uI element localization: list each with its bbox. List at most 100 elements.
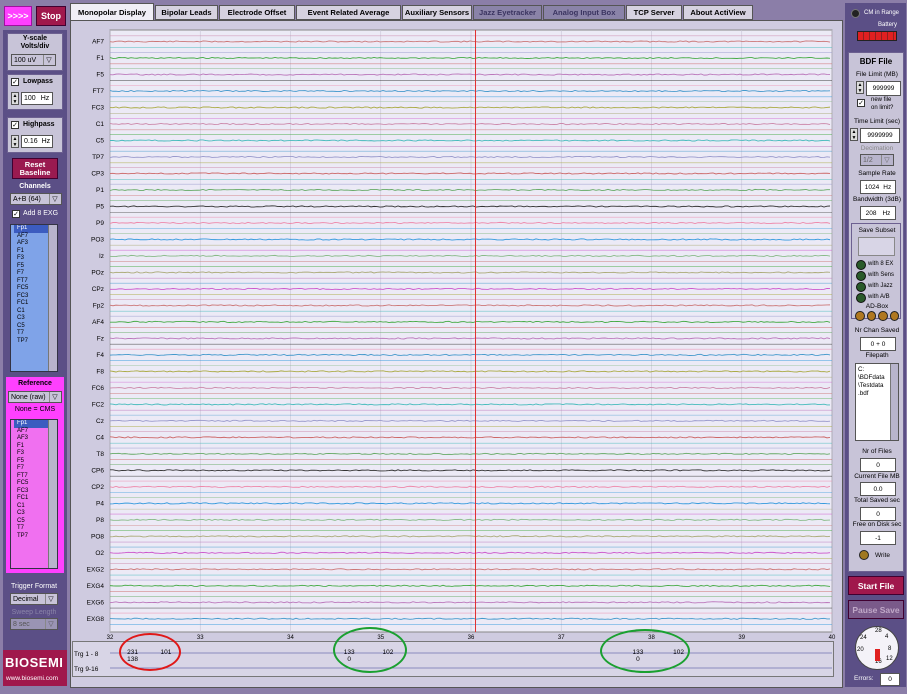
trigger-format-dropdown[interactable]: Decimal ▽ — [10, 593, 58, 605]
bandwidth-unit: Hz — [882, 209, 891, 217]
tab-analog-input-box[interactable]: Analog Input Box — [543, 5, 625, 20]
chevron-down-icon: ▽ — [881, 155, 892, 165]
file-limit-field[interactable]: 999999 — [866, 81, 901, 96]
eeg-trace-plot: 32 33 34 35 36 37 38 39 40AF7F1F5FT7FC3C1C5TP7CP… — [87, 29, 836, 640]
yscale-dropdown[interactable]: 100 uV ▽ — [11, 54, 56, 66]
adbox-leds[interactable] — [855, 311, 899, 321]
battery-indicator — [857, 31, 897, 41]
file-limit-stepper[interactable]: ▲ ▼ — [856, 81, 864, 94]
adbox-led-4[interactable] — [889, 311, 899, 321]
tab-electrode-offset[interactable]: Electrode Offset — [219, 5, 295, 20]
reference-dropdown[interactable]: None (raw) ▽ — [8, 391, 62, 403]
channel-label: P9 — [96, 220, 104, 227]
lowpass-checkbox[interactable]: ✓ — [11, 78, 19, 86]
add-exg-checkbox[interactable]: ✓ — [12, 210, 20, 218]
nr-chan-saved-label: Nr Chan Saved — [854, 327, 900, 334]
new-file-label-1: new file — [871, 97, 892, 103]
channel-label: F8 — [96, 368, 104, 375]
highpass-stepper[interactable]: ▲ ▼ — [11, 135, 19, 148]
sweep-length-dropdown[interactable]: 8 sec ▽ — [10, 618, 58, 630]
lowpass-value: 100 — [24, 95, 36, 102]
save-subset-box[interactable] — [858, 237, 895, 256]
tab-about-actiview[interactable]: About ActiView — [683, 5, 753, 20]
start-file-button[interactable]: Start File — [848, 576, 904, 595]
time-tick-label: 37 — [558, 635, 565, 640]
channel-label: C5 — [96, 138, 105, 145]
nr-chan-saved-field: 0 + 0 — [860, 337, 896, 351]
tab-tcp-server[interactable]: TCP Server — [626, 5, 682, 20]
with-8ex-label: with 8 EX — [868, 261, 894, 267]
reference-label: Reference — [18, 380, 52, 387]
channel-label: P8 — [96, 517, 104, 524]
dial-needle — [875, 649, 880, 661]
sample-rate-unit: Hz — [883, 183, 892, 191]
channel-list-scrollbar[interactable] — [48, 225, 57, 371]
highpass-value: 0.16 — [24, 138, 38, 145]
dial-tick-label: 4 — [885, 634, 889, 640]
filepath-label: Filepath — [865, 352, 889, 359]
logo-url: www.biosemi.com — [6, 675, 59, 682]
sweep-length-label: Sweep Length — [11, 609, 57, 616]
channel-label: F4 — [96, 352, 104, 359]
dial-tick-label: 24 — [860, 635, 867, 641]
file-limit-label: File Limit (MB) — [856, 71, 898, 78]
channel-label: FT7 — [92, 88, 104, 95]
with-sens-led[interactable] — [856, 271, 866, 281]
chevron-down-icon: ▽ — [49, 392, 60, 402]
sample-rate-value: 1024 — [864, 183, 880, 191]
reference-note: None = CMS — [14, 406, 56, 413]
time-tick-label: 33 — [197, 635, 204, 640]
reference-list-scrollbar[interactable] — [48, 420, 57, 568]
adbox-led-1[interactable] — [855, 311, 865, 321]
channel-label: O2 — [95, 550, 104, 557]
channel-label: F5 — [96, 72, 104, 79]
reference-value: None (raw) — [11, 393, 46, 401]
tab-event-related-average[interactable]: Event Related Average — [296, 5, 401, 20]
lowpass-unit: Hz — [40, 95, 50, 102]
channel-label: FC6 — [92, 385, 105, 392]
highpass-checkbox[interactable]: ✓ — [11, 121, 19, 129]
write-label: Write — [875, 552, 891, 559]
lowpass-field[interactable]: 100 Hz — [21, 92, 53, 105]
time-limit-label: Time Limit (sec) — [854, 118, 900, 125]
bandwidth-field: 208 Hz — [860, 206, 896, 220]
lowpass-stepper[interactable]: ▲ ▼ — [11, 92, 19, 105]
channel-label: PO8 — [91, 533, 104, 540]
channels-label: Channels — [19, 183, 51, 190]
channel-label: EXG8 — [87, 616, 105, 623]
highpass-field[interactable]: 0.16 Hz — [21, 135, 53, 148]
logo-text: BIOSEMI — [5, 655, 64, 670]
adbox-led-3[interactable] — [878, 311, 888, 321]
reset-baseline-button[interactable]: Reset Baseline — [12, 158, 58, 179]
tab-bipolar-leads[interactable]: Bipolar Leads — [155, 5, 218, 20]
channels-dropdown[interactable]: A+B (64) ▽ — [10, 193, 62, 205]
nr-files-field: 0 — [860, 458, 896, 472]
new-file-checkbox[interactable]: ✓ — [857, 99, 865, 107]
adbox-led-2[interactable] — [866, 311, 876, 321]
stop-button[interactable]: Stop — [36, 6, 66, 26]
with-ab-led[interactable] — [856, 293, 866, 303]
tab-monopolar-display[interactable]: Monopolar Display — [70, 3, 154, 20]
chevron-down-icon: ▽ — [49, 194, 60, 204]
highpass-unit: Hz — [41, 138, 51, 145]
trigger-format-label: Trigger Format — [10, 583, 58, 590]
dial-tick-label: 28 — [875, 628, 882, 634]
bandwidth-value: 208 — [865, 209, 877, 217]
channel-label: AF7 — [92, 39, 104, 46]
add-exg-label: Add 8 EXG — [23, 210, 59, 217]
tab-jazz-eyetracker[interactable]: Jazz Eyetracker — [473, 5, 542, 20]
decimation-dropdown[interactable]: 1/2 ▽ — [860, 154, 894, 166]
channel-label: FC3 — [92, 105, 105, 112]
time-limit-field[interactable]: 9999999 — [860, 128, 900, 143]
with-jazz-led[interactable] — [856, 282, 866, 292]
filepath-scrollbar[interactable] — [890, 364, 898, 440]
time-limit-stepper[interactable]: ▲ ▼ — [850, 128, 858, 141]
adbox-label: AD-Box — [865, 303, 889, 310]
tab-auxiliary-sensors[interactable]: Auxiliary Sensors — [402, 5, 472, 20]
errors-label: Errors: — [854, 675, 874, 682]
pause-save-button[interactable]: Pause Save — [848, 600, 904, 619]
chevron-down-icon: ▽ — [45, 619, 56, 629]
start-acquisition-button[interactable]: >>>> — [4, 6, 32, 26]
with-8ex-led[interactable] — [856, 260, 866, 270]
channel-label: Fz — [97, 335, 104, 342]
